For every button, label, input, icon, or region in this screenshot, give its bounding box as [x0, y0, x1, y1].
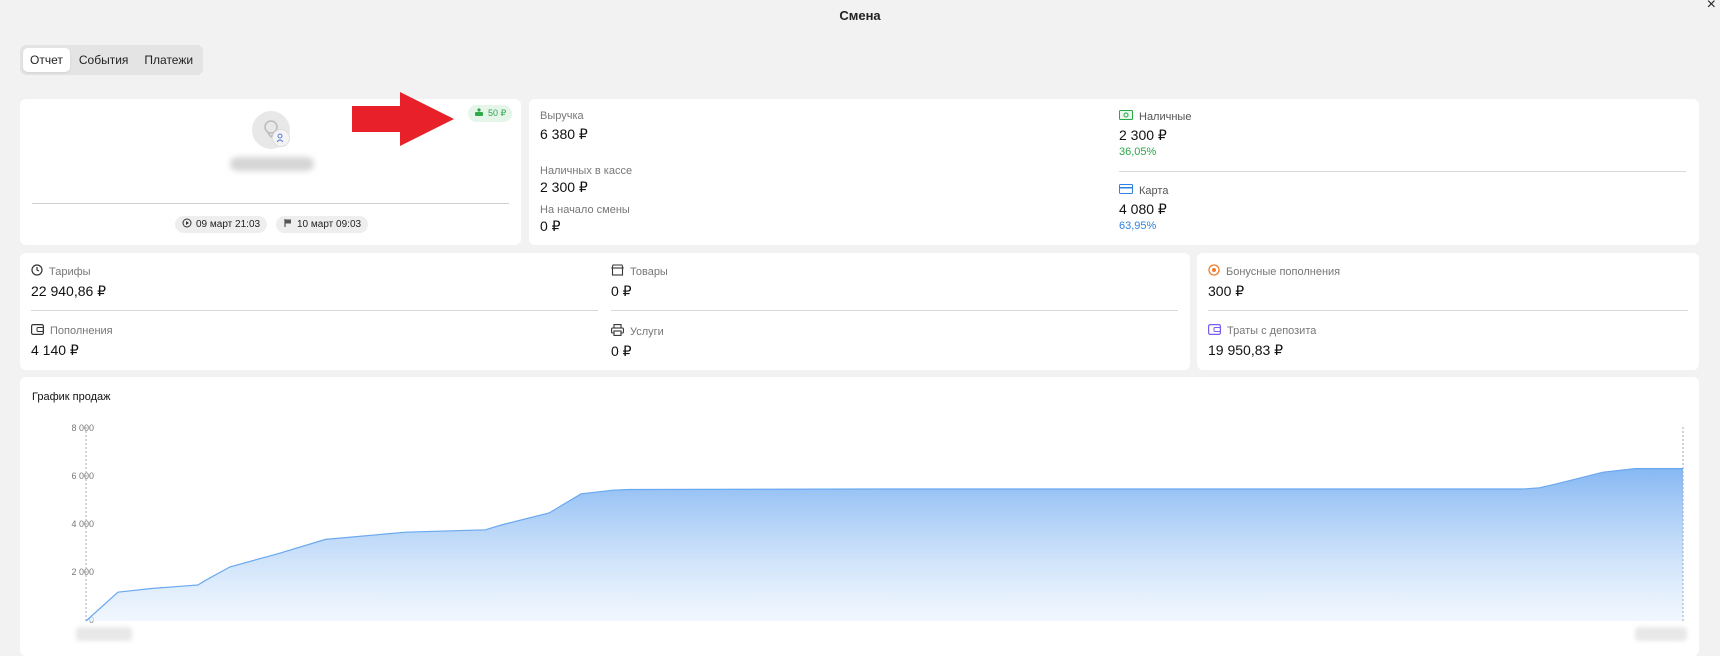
card-value: 4 080 ₽	[1119, 201, 1167, 217]
tab-report[interactable]: Отчет	[23, 48, 70, 72]
goods-label: Товары	[611, 264, 668, 279]
tariffs-value: 22 940,86 ₽	[31, 283, 107, 299]
cash-value: 2 300 ₽	[1119, 127, 1167, 143]
cash-register-label: Наличных в кассе	[540, 165, 633, 177]
tip-icon	[474, 108, 484, 119]
revenue-card: Выручка 6 380 ₽ Наличных в кассе 2 300 ₽…	[529, 99, 1699, 245]
bonus-value: 300 ₽	[1208, 283, 1245, 299]
clock-play-icon	[182, 218, 192, 231]
divider	[1208, 310, 1688, 311]
x-axis-start-redacted	[76, 627, 132, 641]
shift-start-value: 0 ₽	[540, 218, 561, 234]
divider	[31, 310, 598, 311]
credit-card-icon	[1119, 184, 1133, 197]
tip-badge: 50 ₽	[468, 105, 513, 122]
sales-chart-card: График продаж 8 000 6 000 4 000 2 000 0	[20, 377, 1699, 656]
tab-bar: Отчет События Платежи	[20, 45, 204, 75]
divider	[32, 203, 509, 204]
shift-start-chip: 09 март 21:03	[175, 216, 268, 233]
shift-end-chip: 10 март 09:03	[276, 216, 369, 233]
sales-area-fill	[86, 468, 1683, 621]
tab-payments[interactable]: Платежи	[137, 48, 200, 72]
services-value: 0 ₽	[611, 343, 632, 359]
cash-label: Наличные	[1119, 110, 1191, 123]
card-percent: 63,95%	[1119, 220, 1157, 232]
tariffs-label: Тарифы	[31, 264, 106, 279]
deposit-wallet-icon	[1208, 324, 1222, 338]
operator-name-redacted	[230, 157, 314, 171]
deposit-value: 19 950,83 ₽	[1208, 342, 1284, 358]
clock-icon	[31, 264, 43, 279]
store-icon	[611, 264, 624, 279]
bonus-icon	[1208, 264, 1220, 279]
x-axis-end-redacted	[1635, 627, 1687, 641]
user-icon	[272, 129, 290, 147]
close-icon[interactable]: ×	[1707, 0, 1716, 14]
revenue-value: 6 380 ₽	[540, 126, 588, 142]
banknote-icon	[1119, 110, 1133, 123]
bonus-label: Бонусные пополнения	[1208, 264, 1340, 279]
divider	[1119, 171, 1686, 172]
sales-area-chart	[85, 427, 1684, 622]
printer-icon	[611, 324, 624, 339]
topups-label: Пополнения	[31, 324, 113, 338]
flag-icon	[283, 218, 293, 231]
cash-percent: 36,05%	[1119, 146, 1157, 158]
topups-value: 4 140 ₽	[31, 342, 79, 358]
divider	[611, 310, 1178, 311]
shift-start-label: На начало смены	[540, 204, 630, 216]
wallet-icon	[31, 324, 45, 338]
goods-value: 0 ₽	[611, 283, 632, 299]
breakdown-card: Тарифы 22 940,86 ₽ Пополнения 4 140 ₽ То…	[20, 253, 1190, 370]
red-arrow-annotation	[352, 92, 454, 146]
cash-register-value: 2 300 ₽	[540, 179, 588, 195]
card-label: Карта	[1119, 184, 1168, 197]
services-label: Услуги	[611, 324, 664, 339]
deposit-label: Траты с депозита	[1208, 324, 1316, 338]
revenue-label: Выручка	[540, 110, 584, 122]
tab-events[interactable]: События	[72, 48, 136, 72]
window-title: Смена	[839, 8, 881, 23]
bonus-card: Бонусные пополнения 300 ₽ Траты с депози…	[1197, 253, 1699, 370]
